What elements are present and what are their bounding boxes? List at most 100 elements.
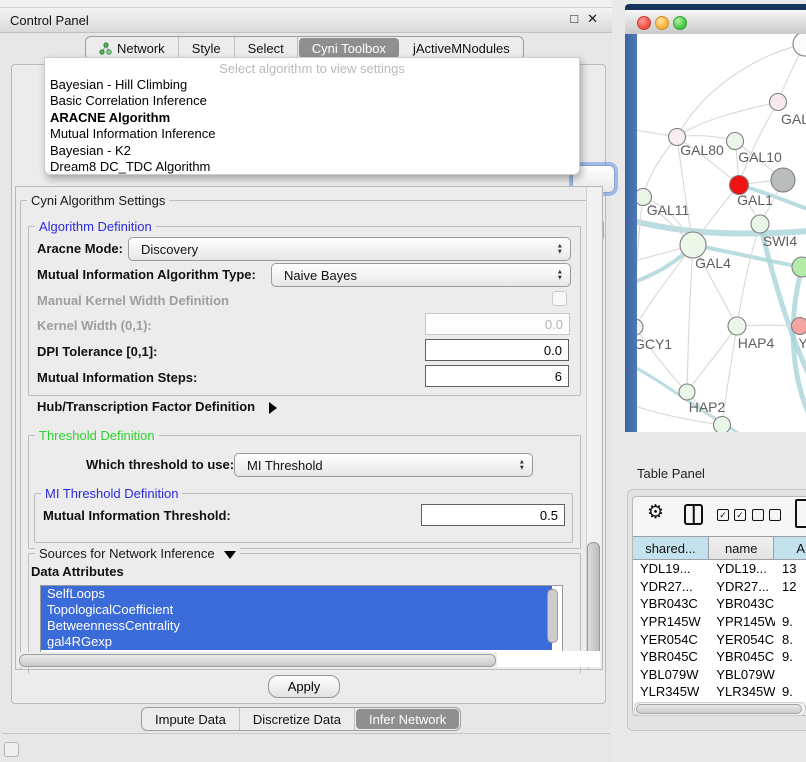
network-node-salmon-right[interactable] [792, 318, 806, 335]
tab-select[interactable]: Select [235, 37, 298, 59]
network-node-label: GAL4 [695, 255, 731, 271]
network-node-label: GAL10 [738, 149, 782, 165]
deselect-all-columns-icon[interactable] [752, 509, 781, 521]
table-row[interactable]: YLR345WYLR345W9. [633, 683, 806, 701]
document-icon[interactable] [795, 499, 806, 528]
algorithm-option-dream8-dc-tdc-algorithm[interactable]: Dream8 DC_TDC Algorithm [45, 159, 579, 175]
network-node-hap2[interactable] [679, 384, 695, 400]
mi-threshold-field[interactable]: 0.5 [421, 504, 565, 526]
mi-threshold-value: 0.5 [540, 508, 558, 523]
table-horizontal-scrollbar-thumb[interactable] [636, 704, 802, 714]
table-horizontal-scrollbar[interactable] [634, 702, 806, 716]
apply-button[interactable]: Apply [268, 675, 340, 698]
mi-algorithm-type-combobox[interactable]: Naive Bayes ▲▼ [271, 263, 571, 287]
data-attributes-list[interactable]: SelfLoopsTopologicalCoefficientBetweenne… [40, 585, 563, 654]
algorithm-option-aracne-algorithm[interactable]: ARACNE Algorithm [45, 110, 579, 126]
network-node-hap4[interactable] [728, 317, 746, 335]
table-cell [775, 595, 806, 613]
tab-cyni-toolbox[interactable]: Cyni Toolbox [299, 38, 399, 58]
attribute-item-gal4rgexp[interactable]: gal4RGexp [41, 634, 552, 650]
algorithm-options: Bayesian - Hill ClimbingBasic Correlatio… [45, 77, 579, 175]
network-view-window: GALGAL80GAL10GAL1GAL11SWI4GAL4HAP4YGCY1H… [625, 4, 806, 455]
network-node-label: HAP2 [689, 399, 726, 415]
attribute-item-betweennesscentrality[interactable]: BetweennessCentrality [41, 618, 552, 634]
table-cell: YER054C [709, 630, 775, 648]
collapsed-arrow-icon [269, 402, 277, 414]
attribute-item-topologicalcoefficient[interactable]: TopologicalCoefficient [41, 602, 552, 618]
table-row[interactable]: YER054CYER054C8. [633, 630, 806, 648]
network-node-label: GCY1 [637, 336, 672, 352]
network-window-titlebar[interactable] [625, 10, 806, 35]
network-node-top-partial[interactable] [793, 34, 806, 56]
algorithm-option-bayesian-hill-climbing[interactable]: Bayesian - Hill Climbing [45, 77, 579, 93]
mi-steps-field[interactable]: 6 [425, 365, 569, 387]
table-cell: 8. [775, 630, 806, 648]
table-row[interactable]: YBR043CYBR043C [633, 595, 806, 613]
table-cell: YER054C [633, 630, 709, 648]
unchecked-checkbox-icon [752, 509, 764, 521]
select-all-columns-icon[interactable]: ✓ ✓ [717, 509, 746, 521]
table-row[interactable]: YBL079WYBL079W [633, 666, 806, 684]
mi-threshold-definition-title: MI Threshold Definition [41, 486, 182, 501]
network-node-bottom-node[interactable] [714, 417, 731, 433]
network-node-gal2[interactable] [770, 94, 787, 111]
node-table[interactable]: shared...nameA YDL19...YDL19...13YDR27..… [633, 536, 806, 702]
tab-label: Impute Data [155, 712, 226, 727]
attributes-list-scrollbar[interactable] [547, 589, 558, 643]
float-window-icon[interactable]: □ [570, 11, 578, 27]
table-row[interactable]: YPR145WYPR145W9. [633, 613, 806, 631]
zoom-traffic-light-icon[interactable] [673, 16, 687, 30]
hub-section-label: Hub/Transcription Factor Definition [37, 399, 255, 414]
table-cell: YPR145W [633, 613, 709, 631]
network-node-gray-node[interactable] [771, 168, 795, 192]
algorithm-option-basic-correlation-inference[interactable]: Basic Correlation Inference [45, 93, 579, 109]
column-header-shared[interactable]: shared... [633, 537, 709, 559]
minimize-traffic-light-icon[interactable] [655, 16, 669, 30]
corner-grid-icon[interactable] [4, 742, 19, 757]
algorithm-option-bayesian-k2[interactable]: Bayesian - K2 [45, 143, 579, 159]
table-row[interactable]: YBR045CYBR045C9. [633, 648, 806, 666]
column-header-a[interactable]: A [774, 537, 806, 559]
network-node-label: GAL [781, 111, 806, 127]
aracne-mode-combobox[interactable]: Discovery ▲▼ [128, 237, 571, 261]
hub-transcription-factor-section[interactable]: Hub/Transcription Factor Definition [37, 399, 277, 414]
algorithm-option-mutual-information-inference[interactable]: Mutual Information Inference [45, 126, 579, 142]
tab-jactivemnodules[interactable]: jActiveMNodules [400, 37, 523, 59]
table-row[interactable]: YDR27...YDR27...12 [633, 578, 806, 596]
columns-icon[interactable] [684, 504, 703, 525]
tab-label: Cyni Toolbox [312, 41, 386, 56]
settings-horizontal-scrollbar-thumb[interactable] [19, 654, 496, 667]
settings-vertical-scrollbar-thumb[interactable] [587, 542, 600, 662]
network-node-gcy1[interactable] [637, 319, 643, 335]
screen: Control Panel □ ✕ NetworkStyleSelectCyni… [0, 0, 806, 762]
dpi-tolerance-field[interactable]: 0.0 [425, 339, 569, 361]
tab-infer-network[interactable]: Infer Network [356, 709, 459, 729]
cyni-algorithm-settings-title: Cyni Algorithm Settings [27, 193, 169, 208]
tab-discretize-data[interactable]: Discretize Data [240, 708, 355, 730]
attribute-item-selfloops[interactable]: SelfLoops [41, 586, 552, 602]
tab-impute-data[interactable]: Impute Data [142, 708, 240, 730]
panel-bottom-border [2, 733, 610, 734]
data-attributes-label: Data Attributes [31, 564, 124, 579]
table-cell: YDL19... [709, 560, 775, 578]
manual-kernel-width-checkbox[interactable] [552, 291, 567, 306]
network-node-gal10[interactable] [727, 133, 744, 150]
gear-icon[interactable]: ⚙ [647, 502, 664, 524]
network-canvas[interactable]: GALGAL80GAL10GAL1GAL11SWI4GAL4HAP4YGCY1H… [637, 34, 806, 432]
sources-title[interactable]: Sources for Network Inference [35, 546, 240, 561]
table-cell: YDR27... [709, 578, 775, 596]
mi-steps-label: Mutual Information Steps: [37, 370, 197, 385]
which-threshold-combobox[interactable]: MI Threshold ▲▼ [234, 453, 533, 477]
close-traffic-light-icon[interactable] [637, 16, 651, 30]
tab-network[interactable]: Network [86, 37, 179, 59]
table-row[interactable]: YDL19...YDL19...13 [633, 560, 806, 578]
dpi-tolerance-value: 0.0 [544, 343, 562, 358]
network-node-green-right[interactable] [792, 257, 806, 277]
network-node-label: GAL80 [680, 142, 724, 158]
which-threshold-value: MI Threshold [247, 458, 323, 473]
tab-style[interactable]: Style [179, 37, 235, 59]
network-node-swi4[interactable] [751, 215, 769, 233]
close-icon[interactable]: ✕ [587, 11, 598, 27]
kernel-width-field[interactable]: 0.0 [425, 313, 570, 335]
column-header-name[interactable]: name [709, 537, 774, 559]
